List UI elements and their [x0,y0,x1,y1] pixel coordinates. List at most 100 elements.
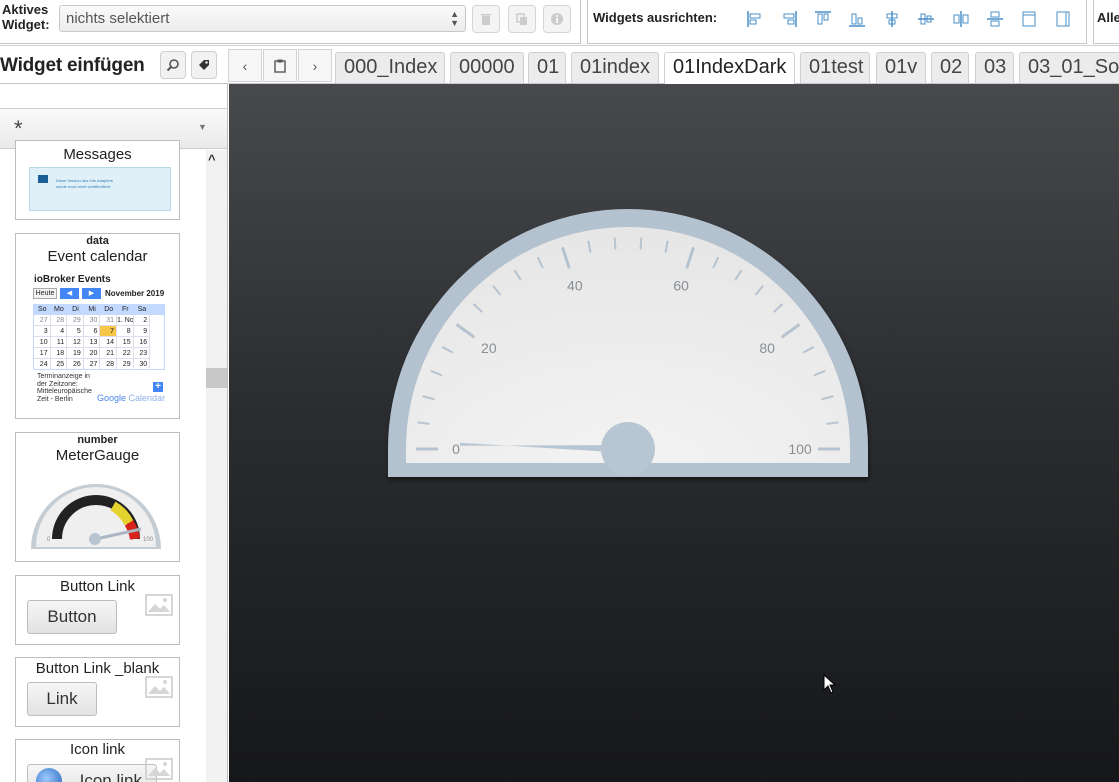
meter-preview-max: 100 [143,537,154,543]
widget-card-name: Messages [63,146,132,163]
tab-view[interactable]: 01IndexDark [664,52,795,84]
calendar-day: 6 [83,326,101,337]
tabs-prev-button[interactable]: ‹ [228,49,262,82]
widget-search-button[interactable] [160,51,186,79]
tz-line: Terminanzeige in [37,373,90,380]
tab-view[interactable]: 00000 [450,52,524,83]
chevron-down-icon: ▼ [198,122,207,132]
chevron-left-icon: ‹ [242,57,248,74]
calendar-day: 21 [100,348,117,359]
active-label-line2: Widget: [2,17,50,32]
tab-view[interactable]: 01index [571,52,659,83]
tabs-views-button[interactable] [263,49,297,82]
tab-view[interactable]: 03 [975,52,1014,83]
widget-card-messages[interactable]: Messages Diese Version des Info Adapters… [15,140,180,220]
tab-view[interactable]: 02 [931,52,969,83]
palette-scrollbar-thumb[interactable] [206,368,227,388]
globe-icon [36,768,62,782]
tab-view[interactable]: 01test [800,52,870,83]
calendar-wordmark: Calendar [128,393,166,403]
widget-card-icon-link[interactable]: Icon link Icon link [15,739,180,782]
calendar-day: 5 [67,326,84,337]
calendar-day: 25 [51,359,68,369]
calendar-weekday: So [38,306,47,313]
active-widget-select[interactable]: nichts selektiert ▲ ▼ [59,5,466,32]
clipboard-icon [274,59,286,73]
widget-info-button[interactable] [543,5,571,33]
calendar-day: 24 [34,359,51,369]
widget-card-name: MeterGauge [55,447,140,464]
tag-icon [199,60,209,70]
gauge-tick-label: 0 [452,441,460,457]
same-height-icon[interactable] [1052,8,1074,30]
active-widget-label: Aktives Widget: [2,2,50,32]
tab-view[interactable]: 03_01_So [1019,52,1119,83]
bathtub-icon [38,175,48,183]
calendar-next-icon: ▶ [82,288,101,299]
calendar-weekday: Do [104,306,114,313]
distribute-horizontal-icon[interactable] [950,8,972,30]
calendar-day: 28 [100,359,117,369]
widget-card-metergauge[interactable]: number MeterGauge 0 100 [15,432,180,562]
calendar-weekday: Fr [121,306,129,313]
tz-line: Zeit - Berlin [37,395,73,403]
distribute-vertical-icon[interactable] [984,8,1006,30]
palette-scrollbar[interactable] [206,150,227,782]
calendar-weekday: Di [72,306,79,313]
calendar-day: 26 [67,359,84,369]
delete-widget-button[interactable] [472,5,500,33]
calendar-timezone: Terminanzeige in der Zeitzone: Mitteleur… [37,373,92,403]
align-bottom-icon[interactable] [846,8,868,30]
align-center-horizontal-icon[interactable] [915,8,937,30]
gauge-tick-label: 40 [567,277,583,293]
view-canvas[interactable]: 0 20 40 60 80 100 [229,84,1119,782]
image-placeholder-icon [145,758,173,780]
calendar-day: 9 [133,326,151,337]
widget-insert-title: Widget einfügen [0,55,145,76]
calendar-day: 27 [84,359,101,369]
button-link-blank-preview: Link [27,682,97,716]
calendar-day: 28 [50,315,68,326]
google-wordmark: Google [97,393,127,403]
calendar-day: 10 [34,337,51,348]
calendar-day: 15 [117,337,134,348]
widget-card-name: Button Link _blank [35,660,160,677]
tabs-next-button[interactable]: › [298,49,332,82]
widget-card-event-calendar[interactable]: data Event calendar ioBroker Events Heut… [15,233,180,419]
calendar-day: 20 [83,348,101,359]
calendar-weekday: Mi [88,306,96,313]
widget-card-button-link-blank[interactable]: Button Link _blank Link [15,657,180,727]
scroll-up-icon[interactable]: ^ [208,152,216,167]
tab-view[interactable]: 000_Index [335,52,445,83]
icon-link-label: Icon link [79,771,142,782]
calendar-day: 22 [117,348,134,359]
widget-card-type: data [86,235,109,247]
calendar-day: 31 [100,315,117,326]
gauge-tick-label: 20 [481,340,497,356]
align-top-icon[interactable] [812,8,834,30]
align-center-vertical-icon[interactable] [881,8,903,30]
calendar-add-icon: + [153,382,163,392]
tab-view[interactable]: 01 [528,52,566,83]
calendar-day: 8 [117,326,134,337]
calendar-day: 19 [67,348,84,359]
tab-view[interactable]: 01v [876,52,926,83]
same-width-icon[interactable] [1018,8,1040,30]
calendar-month: November 2019 [105,289,165,298]
align-left-icon[interactable] [744,8,766,30]
widget-set-filter-value: * [14,116,23,141]
icon-link-preview: Icon link [27,764,157,782]
calendar-day: 13 [83,337,101,348]
alle-label: Alle [1097,10,1119,25]
google-calendar-logo: Google Calendar [97,393,165,403]
image-placeholder-icon [145,594,173,616]
widget-tag-button[interactable] [191,51,217,79]
tz-line: Mitteleuropäische [37,388,92,395]
metergauge-widget[interactable]: 0 20 40 60 80 100 [229,84,1119,782]
image-placeholder-icon [145,676,173,698]
chevron-right-icon: › [312,57,318,74]
widget-card-button-link[interactable]: Button Link Button [15,575,180,645]
align-right-icon[interactable] [778,8,800,30]
copy-widget-button[interactable] [508,5,536,33]
calendar-day: 4 [50,326,68,337]
